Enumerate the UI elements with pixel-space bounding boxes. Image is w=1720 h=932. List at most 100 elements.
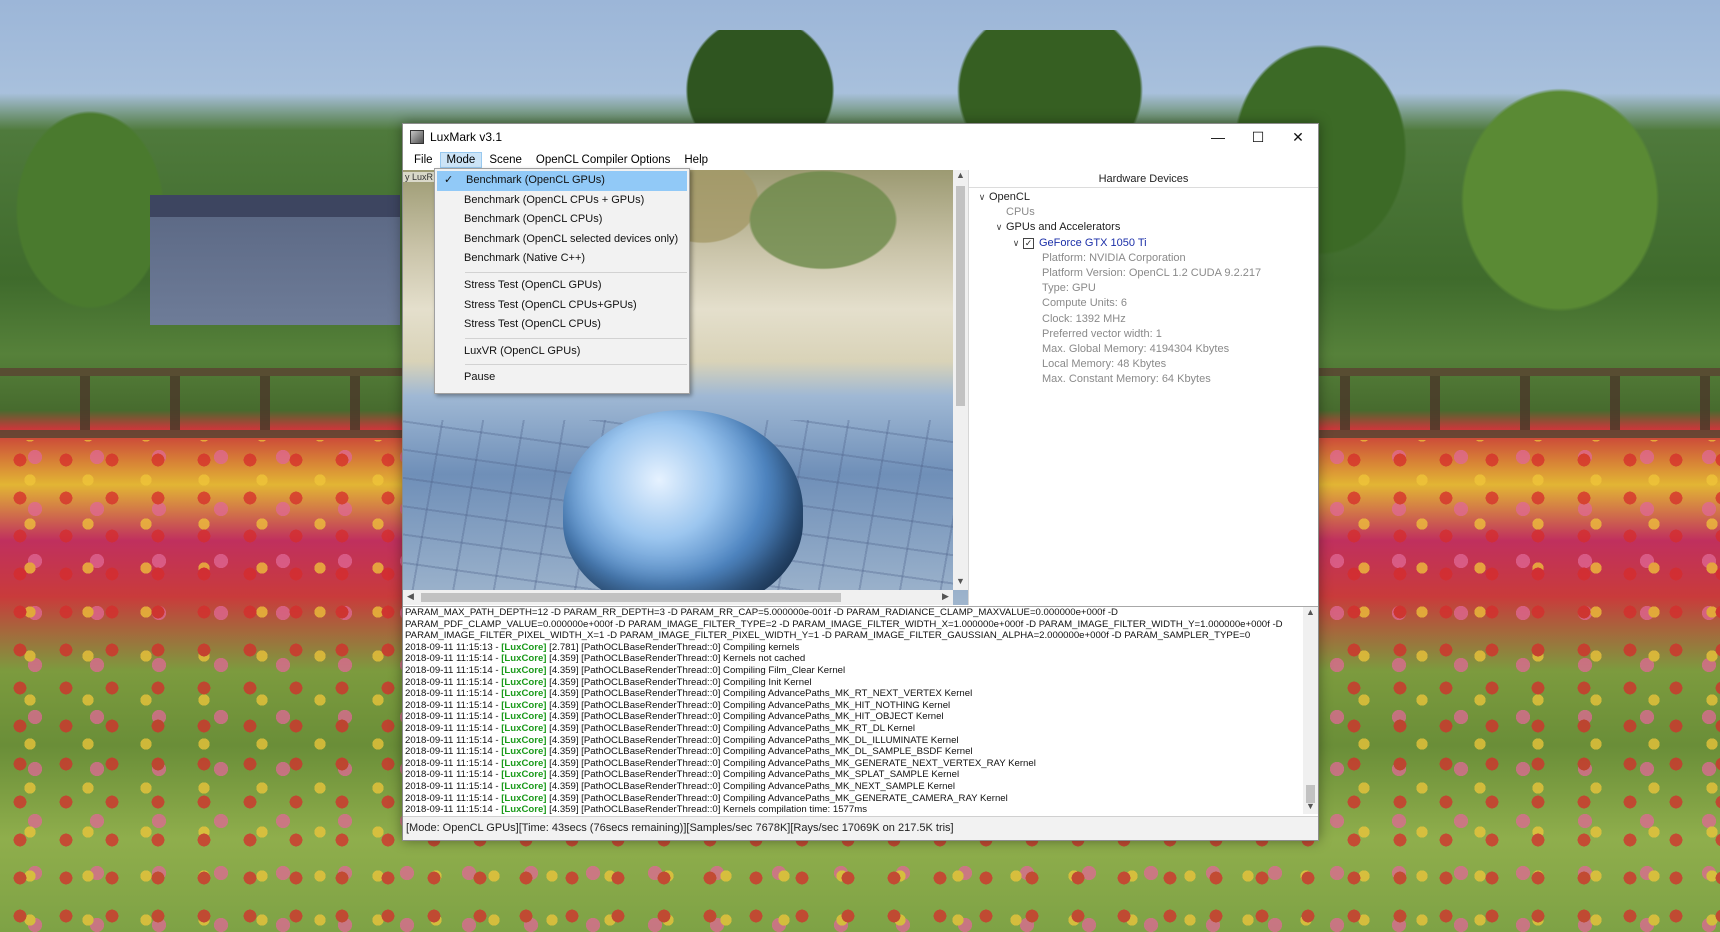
- log-tag: [LuxCore]: [501, 722, 547, 734]
- chevron-down-icon[interactable]: ∨: [992, 220, 1006, 235]
- menu-benchmark-opencl-cpus-gpus[interactable]: Benchmark (OpenCL CPUs + GPUs): [435, 191, 689, 211]
- gpu-detail-type: Type: GPU: [975, 281, 1318, 296]
- hardware-devices-header: Hardware Devices: [969, 170, 1318, 188]
- log-timestamp: 2018-09-11 11:15:14 -: [405, 676, 502, 688]
- scroll-right-icon[interactable]: ▶: [938, 591, 953, 602]
- tree-opencl[interactable]: ∨ OpenCL: [975, 190, 1318, 205]
- menu-benchmark-opencl-gpus[interactable]: ✓ Benchmark (OpenCL GPUs): [437, 171, 687, 191]
- tree-cpus-label: CPUs: [1006, 206, 1035, 219]
- menu-mode[interactable]: Mode: [439, 152, 483, 168]
- log-message: [4.359] [PathOCLBaseRenderThread::0] Com…: [546, 676, 812, 688]
- scroll-down-icon[interactable]: ▼: [1303, 801, 1318, 811]
- log-tag: [LuxCore]: [501, 757, 547, 769]
- gpu-detail-text: Platform: NVIDIA Corporation: [1042, 251, 1186, 264]
- gpu-device-name: GeForce GTX 1050 Ti: [1039, 236, 1147, 249]
- log-line: 2018-09-11 11:15:14 - [LuxCore] [4.359] …: [405, 723, 1300, 735]
- menu-separator: [465, 337, 687, 339]
- log-tag: [LuxCore]: [501, 676, 547, 688]
- menu-pause[interactable]: Pause: [435, 368, 689, 388]
- gpu-detail-text: Compute Units: 6: [1042, 297, 1127, 310]
- log-timestamp: 2018-09-11 11:15:14 -: [405, 653, 502, 665]
- close-button[interactable]: ✕: [1278, 124, 1318, 150]
- log-line: 2018-09-11 11:15:14 - [LuxCore] [4.359] …: [405, 735, 1300, 747]
- render-vertical-scrollbar[interactable]: ▲ ▼: [953, 170, 968, 590]
- menu-item-label: Benchmark (OpenCL CPUs + GPUs): [464, 193, 645, 206]
- render-horizontal-scrollbar[interactable]: ◀ ▶: [403, 590, 953, 605]
- chevron-down-icon[interactable]: ∨: [975, 190, 989, 205]
- gpu-detail-text: Type: GPU: [1042, 282, 1096, 295]
- log-message: [4.359] [PathOCLBaseRenderThread::0] Com…: [546, 792, 1008, 804]
- check-icon: ✓: [444, 174, 454, 186]
- log-line: 2018-09-11 11:15:14 - [LuxCore] [4.359] …: [405, 781, 1300, 793]
- log-tag: [LuxCore]: [501, 641, 547, 653]
- tree-gpu-device[interactable]: ∨ ✓ GeForce GTX 1050 Ti: [975, 236, 1318, 251]
- log-message: [4.359] [PathOCLBaseRenderThread::0] Com…: [546, 734, 959, 746]
- log-tag: [LuxCore]: [501, 653, 547, 665]
- scroll-up-icon[interactable]: ▲: [1303, 607, 1318, 617]
- render-vscroll-thumb[interactable]: [956, 186, 965, 406]
- log-line: 2018-09-11 11:15:14 - [LuxCore] [4.359] …: [405, 711, 1300, 723]
- menu-stress-opencl-gpus[interactable]: Stress Test (OpenCL GPUs): [435, 276, 689, 296]
- log-message: [4.359] [PathOCLBaseRenderThread::0] Ker…: [546, 804, 867, 814]
- menu-benchmark-opencl-cpus[interactable]: Benchmark (OpenCL CPUs): [435, 210, 689, 230]
- menu-opencl-compiler-options[interactable]: OpenCL Compiler Options: [529, 152, 677, 168]
- menu-item-label: Stress Test (OpenCL CPUs+GPUs): [464, 298, 637, 311]
- menu-item-label: Benchmark (OpenCL CPUs): [464, 213, 603, 226]
- menu-luxvr-opencl-gpus[interactable]: LuxVR (OpenCL GPUs): [435, 342, 689, 362]
- log-tag: [LuxCore]: [501, 664, 547, 676]
- log-timestamp: 2018-09-11 11:15:14 -: [405, 699, 502, 711]
- menu-item-label: Benchmark (OpenCL selected devices only): [464, 232, 679, 245]
- menu-benchmark-native-cpp[interactable]: Benchmark (Native C++): [435, 249, 689, 269]
- gpu-detail-text: Clock: 1392 MHz: [1042, 312, 1126, 325]
- tree-gpus-label: GPUs and Accelerators: [1006, 221, 1121, 234]
- log-message: [4.359] [PathOCLBaseRenderThread::0] Com…: [546, 688, 973, 700]
- device-tree: ∨ OpenCL CPUs ∨ GPUs and Accelerators ∨ …: [969, 188, 1318, 387]
- menu-help[interactable]: Help: [677, 152, 715, 168]
- log-message: [4.359] [PathOCLBaseRenderThread::0] Com…: [546, 757, 1036, 769]
- log-line: 2018-09-11 11:15:14 - [LuxCore] [4.359] …: [405, 665, 1300, 677]
- scroll-down-icon[interactable]: ▼: [953, 576, 968, 586]
- chevron-down-icon[interactable]: ∨: [1009, 236, 1023, 251]
- log-panel[interactable]: PARAM_MAX_PATH_DEPTH=12 -D PARAM_RR_DEPT…: [403, 606, 1318, 814]
- minimize-button[interactable]: —: [1198, 124, 1238, 150]
- maximize-button[interactable]: ☐: [1238, 124, 1278, 150]
- checkbox-checked-icon[interactable]: ✓: [1023, 237, 1034, 249]
- window-controls: — ☐ ✕: [1198, 124, 1318, 150]
- log-line: 2018-09-11 11:15:14 - [LuxCore] [4.359] …: [405, 653, 1300, 665]
- menu-scene[interactable]: Scene: [482, 152, 529, 168]
- menu-file[interactable]: File: [407, 152, 440, 168]
- log-timestamp: 2018-09-11 11:15:14 -: [405, 664, 502, 676]
- gpu-detail-compute-units: Compute Units: 6: [975, 296, 1318, 311]
- scroll-left-icon[interactable]: ◀: [403, 591, 418, 602]
- luxmark-app-icon[interactable]: [410, 130, 424, 144]
- log-timestamp: 2018-09-11 11:15:14 -: [405, 711, 502, 723]
- title-bar[interactable]: LuxMark v3.1 — ☐ ✕: [403, 124, 1318, 150]
- menu-bar: File Mode Scene OpenCL Compiler Options …: [403, 150, 1318, 170]
- gpu-detail-text: Max. Global Memory: 4194304 Kbytes: [1042, 342, 1230, 355]
- render-glass-sphere: [563, 410, 803, 605]
- gpu-detail-global-memory: Max. Global Memory: 4194304 Kbytes: [975, 342, 1318, 357]
- log-text: PARAM_MAX_PATH_DEPTH=12 -D PARAM_RR_DEPT…: [405, 607, 1300, 814]
- tree-cpus[interactable]: CPUs: [975, 205, 1318, 220]
- menu-stress-opencl-cpus-gpus[interactable]: Stress Test (OpenCL CPUs+GPUs): [435, 296, 689, 316]
- log-timestamp: 2018-09-11 11:15:14 -: [405, 746, 502, 758]
- log-vertical-scrollbar[interactable]: ▲ ▼: [1303, 607, 1318, 814]
- log-message: [2.781] [PathOCLBaseRenderThread::0] Com…: [546, 641, 800, 653]
- wallpaper-house: [150, 195, 400, 325]
- render-hscroll-thumb[interactable]: [421, 593, 841, 602]
- log-timestamp: 2018-09-11 11:15:14 -: [405, 804, 502, 814]
- log-timestamp: 2018-09-11 11:15:13 -: [405, 641, 502, 653]
- menu-separator: [465, 364, 687, 366]
- tree-gpus[interactable]: ∨ GPUs and Accelerators: [975, 220, 1318, 235]
- log-line: 2018-09-11 11:15:13 - [LuxCore] [2.781] …: [405, 642, 1300, 654]
- log-message: [4.359] [PathOCLBaseRenderThread::0] Com…: [546, 711, 944, 723]
- log-tag: [LuxCore]: [501, 780, 547, 792]
- menu-separator: [465, 271, 687, 273]
- gpu-detail-text: Preferred vector width: 1: [1042, 327, 1162, 340]
- log-tag: [LuxCore]: [501, 711, 547, 723]
- menu-benchmark-selected-devices[interactable]: Benchmark (OpenCL selected devices only): [435, 230, 689, 250]
- render-overlay-label: y LuxR: [403, 172, 436, 182]
- scroll-up-icon[interactable]: ▲: [953, 170, 968, 180]
- menu-item-label: Stress Test (OpenCL CPUs): [464, 318, 601, 331]
- menu-stress-opencl-cpus[interactable]: Stress Test (OpenCL CPUs): [435, 315, 689, 335]
